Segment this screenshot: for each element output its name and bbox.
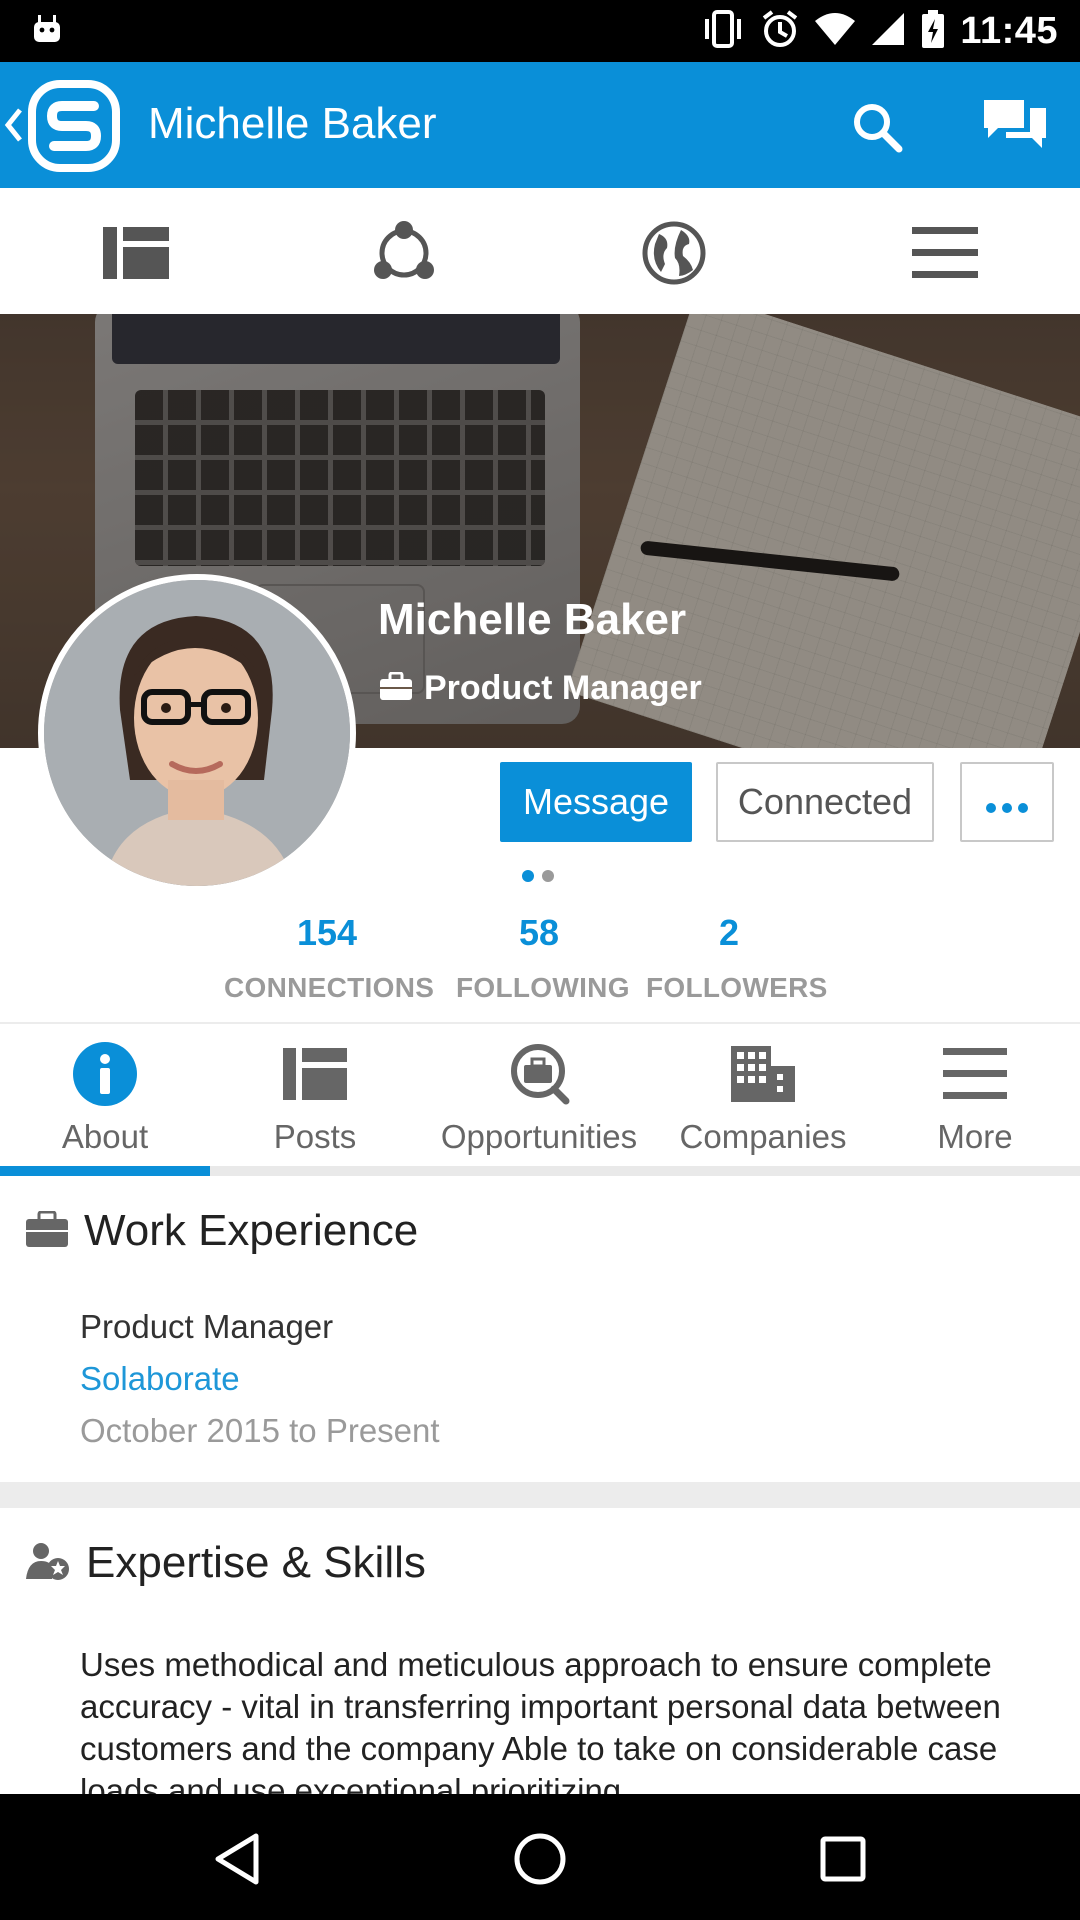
signal-icon — [870, 11, 906, 52]
more-options-button[interactable] — [960, 762, 1054, 842]
posts-icon — [283, 1047, 347, 1105]
tab-opportunities[interactable]: Opportunities — [434, 1040, 644, 1158]
vibrate-icon — [700, 9, 746, 54]
system-nav-bar — [0, 1794, 1080, 1920]
status-bar: 11:45 — [0, 0, 1080, 62]
tab-more[interactable]: More — [870, 1040, 1080, 1158]
stat-value: 58 — [518, 912, 560, 953]
avatar[interactable] — [38, 574, 356, 892]
work-experience-heading: Work Experience — [26, 1206, 418, 1256]
feed-icon[interactable] — [96, 218, 176, 288]
network-icon[interactable] — [364, 218, 444, 288]
stat-followers[interactable]: 2 FOLLOWERS — [646, 908, 828, 1004]
recents-icon[interactable] — [808, 1824, 878, 1894]
tab-label: About — [61, 1118, 149, 1155]
skills-icon — [26, 1541, 70, 1586]
wifi-icon — [814, 11, 856, 52]
stat-value: 2 — [718, 912, 740, 953]
tab-indicator-active — [0, 1166, 210, 1176]
stat-label: FOLLOWING — [456, 972, 630, 1003]
profile-role-row: Product Manager — [380, 666, 702, 710]
battery-icon — [920, 9, 946, 54]
stat-label: CONNECTIONS — [224, 972, 435, 1003]
tab-label: Posts — [273, 1118, 357, 1155]
ellipsis-icon — [985, 781, 1029, 823]
home-icon[interactable] — [505, 1824, 575, 1894]
app-logo-icon[interactable] — [28, 80, 120, 172]
tab-companies[interactable]: Companies — [658, 1040, 868, 1158]
menu-icon[interactable] — [905, 218, 985, 288]
status-time: 11:45 — [960, 9, 1058, 52]
work-company-link[interactable]: Solaborate — [80, 1360, 240, 1398]
companies-icon — [731, 1045, 795, 1107]
section-title: Work Experience — [84, 1206, 419, 1255]
briefcase-icon — [26, 1210, 68, 1252]
chat-icon[interactable] — [980, 94, 1050, 158]
globe-icon[interactable] — [634, 218, 714, 288]
tab-about[interactable]: About — [0, 1040, 210, 1158]
app-bar: Michelle Baker — [0, 62, 1080, 188]
work-dates: October 2015 to Present — [80, 1412, 440, 1449]
stat-value: 154 — [296, 912, 358, 953]
alarm-icon — [760, 9, 800, 54]
stat-label: FOLLOWERS — [646, 972, 828, 1003]
back-arrow-icon[interactable] — [0, 100, 30, 150]
profile-role: Product Manager — [424, 668, 702, 707]
back-icon[interactable] — [202, 1824, 272, 1894]
section-title: Expertise & Skills — [86, 1538, 426, 1587]
page-dot — [542, 870, 554, 882]
section-divider — [0, 1482, 1080, 1508]
info-icon — [73, 1041, 137, 1111]
page-indicator — [522, 870, 554, 882]
opportunities-icon — [508, 1043, 570, 1110]
profile-name: Michelle Baker — [378, 595, 687, 644]
tab-label: More — [937, 1118, 1013, 1155]
tab-label: Opportunities — [440, 1118, 638, 1155]
tab-posts[interactable]: Posts — [210, 1040, 420, 1158]
page-dot-active — [522, 870, 534, 882]
top-nav — [0, 188, 1080, 314]
briefcase-icon — [380, 671, 412, 705]
skills-description: Uses methodical and meticulous approach … — [80, 1646, 1001, 1809]
work-job-title: Product Manager — [80, 1308, 334, 1345]
message-button[interactable]: Message — [500, 762, 692, 842]
stat-following[interactable]: 58 FOLLOWING — [456, 908, 630, 1004]
app-bar-title: Michelle Baker — [148, 99, 437, 148]
tab-label: Companies — [679, 1118, 847, 1155]
android-notification-icon — [32, 14, 62, 49]
connected-button[interactable]: Connected — [716, 762, 934, 842]
divider — [0, 1022, 1080, 1024]
avatar-portrait — [44, 580, 350, 886]
stat-connections[interactable]: 154 CONNECTIONS — [224, 908, 435, 1004]
search-icon[interactable] — [850, 100, 904, 154]
menu-icon — [943, 1047, 1007, 1105]
skills-heading: Expertise & Skills — [26, 1538, 426, 1588]
